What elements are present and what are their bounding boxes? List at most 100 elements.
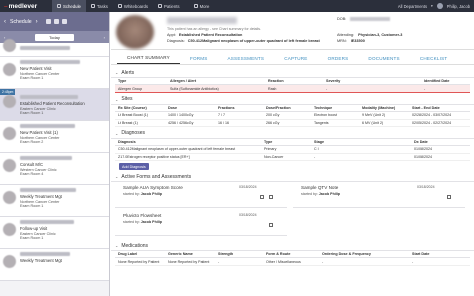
appointment-item-selected[interactable]: 2:45pm Established Patient Reconsultatio…	[0, 89, 109, 121]
column-header: Drug Label	[115, 251, 165, 259]
form-card[interactable]: Sample AUA Symptom Score started by: Jac…	[115, 182, 287, 208]
appointment-item[interactable]: Weekly Treatment Mgt Northern Cancer Cen…	[0, 185, 109, 217]
more-icon	[193, 4, 198, 8]
sites-section-header[interactable]: ⌄ Sites	[111, 95, 474, 105]
table-cell: C I	[311, 145, 411, 154]
table-cell: Allergen Group	[115, 84, 167, 93]
tab-assessments[interactable]: ASSESSMENTS	[218, 56, 275, 64]
appointment-item[interactable]: Follow-up Visit Eastern Cancer Clinic Ex…	[0, 217, 109, 249]
trash-icon[interactable]	[447, 195, 451, 199]
next-arrow-icon[interactable]: ›	[36, 19, 38, 25]
redacted-dob	[350, 17, 391, 21]
redacted-patient-name	[20, 124, 75, 128]
diagnoses-section-header[interactable]: ⌄ Diagnoses	[111, 129, 474, 139]
today-button[interactable]: Today	[35, 33, 74, 41]
dob-row: DOB:	[337, 17, 391, 21]
table-row[interactable]: Allergen Group Sulfa (Sulfonamide Antibi…	[115, 84, 470, 93]
nav-patients[interactable]: Patients	[153, 0, 185, 12]
alerts-title: Alerts	[121, 69, 135, 76]
tab-checklist[interactable]: CHECKLIST	[410, 56, 458, 64]
tab-documents[interactable]: DOCUMENTS	[358, 56, 409, 64]
table-cell: Primary	[261, 145, 311, 154]
started-by-label: started by:	[123, 220, 140, 224]
column-header: Dose/Fraction	[263, 104, 311, 113]
redacted-patient-name	[20, 188, 76, 192]
nav-whiteboards[interactable]: Whiteboards	[113, 0, 153, 12]
nav-more[interactable]: More	[189, 0, 215, 12]
comment-icon[interactable]	[260, 195, 264, 199]
table-row[interactable]: Lt Breast Boost (1) 1400 / 1400cGy 7 / 7…	[115, 111, 470, 120]
column-header: Dx Date	[411, 138, 470, 147]
column-header: Ordering Dose & Frequency	[319, 251, 409, 259]
nav-tasks[interactable]: Tasks	[86, 0, 113, 12]
medlever-logo[interactable]: – medlever	[0, 0, 52, 12]
diagnosis-row: Diagnosis: C50.412Malignant neoplasm of u…	[167, 39, 320, 43]
table-cell: Non-Cancer	[261, 153, 311, 162]
appointment-list: New Patient Visit Northern Cancer Center…	[0, 39, 109, 281]
form-card[interactable]: Pluvicto Flowsheet started by: Jacob Phi…	[115, 210, 287, 236]
appointment-item[interactable]	[0, 39, 109, 57]
tab-orders[interactable]: ORDERS	[318, 56, 359, 64]
nav-whiteboards-label: Whiteboards	[123, 3, 149, 9]
form-card[interactable]: Sample QTV Note started by: Jacob Philip…	[293, 182, 465, 208]
redacted-patient-name	[20, 252, 70, 256]
diagnosis-value: C50.412Malignant neoplasm of upper-outer…	[187, 39, 320, 43]
tab-capture[interactable]: CAPTURE	[274, 56, 317, 64]
column-header: Start Date	[409, 251, 470, 259]
table-row[interactable]: Z17.0Estrogen receptor positive status […	[115, 153, 470, 162]
department-selector[interactable]: All Departments	[398, 4, 427, 9]
form-name[interactable]: Sample QTV Note	[301, 185, 338, 190]
people-icon[interactable]	[53, 19, 59, 24]
form-date: 03/18/2024	[239, 213, 257, 217]
chevron-down-icon[interactable]: ▾	[431, 4, 433, 8]
table-cell: Other / Miscellaneous	[263, 257, 319, 266]
form-name[interactable]: Sample AUA Symptom Score	[123, 185, 183, 190]
forms-section-header[interactable]: ⌄ Active Forms and Assessments	[111, 172, 474, 182]
location-pin-icon[interactable]	[61, 19, 67, 24]
appointment-reason: Weekly Treatment Mgt	[20, 193, 62, 199]
nav-schedule[interactable]: Schedule	[52, 0, 86, 12]
dob-label: DOB:	[337, 17, 347, 21]
form-name[interactable]: Pluvicto Flowsheet	[123, 213, 161, 218]
medications-section-header[interactable]: ⌄ Medications	[111, 241, 474, 251]
date-next-icon[interactable]: ›	[104, 35, 105, 40]
appointment-room: Exam Room 1	[20, 111, 44, 115]
whiteboard-icon	[117, 4, 122, 8]
trash-icon[interactable]	[269, 195, 273, 199]
column-header: Type	[261, 138, 311, 147]
table-cell: 01/08/2024	[411, 153, 470, 162]
grid-view-icon[interactable]	[45, 19, 51, 24]
form-actions	[447, 195, 451, 199]
started-by-user: Jacob Philip	[140, 220, 162, 224]
table-cell: 1400 / 1400cGy	[165, 111, 215, 120]
appointment-item[interactable]: New Patient Visit (1) Northern Cancer Ce…	[0, 121, 109, 153]
previous-arrow-icon[interactable]: ‹	[4, 19, 6, 25]
date-prev-icon[interactable]: ‹	[4, 35, 5, 40]
add-diagnosis-button[interactable]: Add Diagnosis	[119, 163, 149, 170]
column-header: Modality (Machine)	[359, 104, 409, 113]
table-row[interactable]: None Reported by Patient None Reported b…	[115, 257, 470, 266]
table-cell: 7 / 7	[215, 111, 263, 120]
table-row[interactable]: Lt Breast (1) 4256 / 4256cGy 16 / 16 266…	[115, 119, 470, 127]
sites-table: Rx Site (Course) Dose Fractions Dose/Fra…	[115, 104, 470, 127]
appointment-item[interactable]: New Patient Visit Northern Cancer Center…	[0, 57, 109, 89]
appointment-reason: Consult M/C	[20, 161, 44, 167]
tab-forms[interactable]: FORMS	[180, 56, 218, 64]
alerts-section-header[interactable]: ⌄ Alerts	[111, 68, 474, 78]
appointment-room: Exam Room 1	[20, 236, 44, 240]
calendar-icon	[57, 4, 61, 8]
appointment-reason: Follow-up Visit	[20, 225, 48, 231]
table-cell: Sulfa (Sulfonamide Antibiotics)	[167, 84, 265, 93]
user-name[interactable]: Philip, Jacob	[447, 4, 470, 9]
appointment-item[interactable]: Weekly Treatment Mgt	[0, 249, 109, 281]
table-cell: -	[323, 84, 421, 93]
table-row[interactable]: C50.412Malignant neoplasm of upper-outer…	[115, 145, 470, 154]
appointment-item[interactable]: Consult M/C Western Cancer Clinic Exam R…	[0, 153, 109, 185]
user-avatar[interactable]	[436, 3, 443, 9]
patient-thumbnail	[3, 95, 16, 108]
appointment-reason: New Patient Visit	[20, 65, 52, 71]
tab-chart-summary[interactable]: CHART SUMMARY	[117, 55, 180, 64]
table-cell: None Reported by Patient	[165, 257, 215, 266]
trash-icon[interactable]	[269, 223, 273, 227]
patient-thumbnail	[3, 191, 16, 204]
